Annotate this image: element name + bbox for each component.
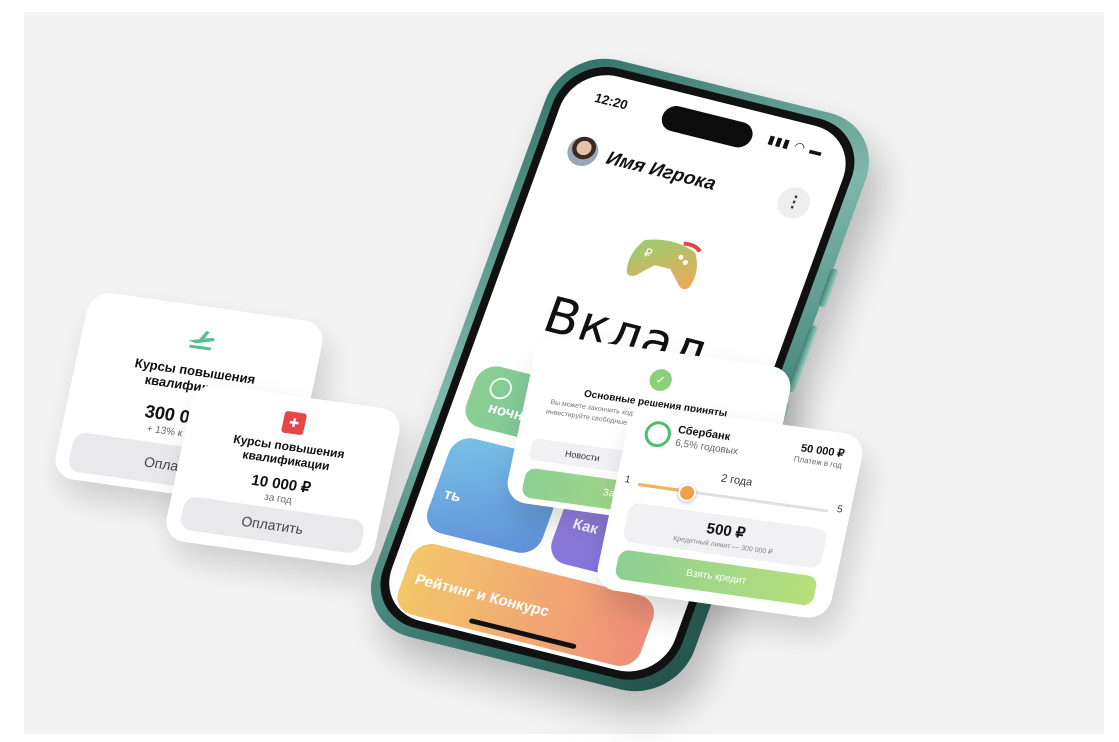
gamepad-logo-icon: ₽ [626, 239, 702, 290]
player-name: Имя Игрока [603, 147, 719, 195]
tile-rating-label: Рейтинг и Конкурс [412, 571, 552, 621]
course-card-small: ✚ Курсы повышения квалификации 10 000 ₽ … [162, 381, 404, 569]
signal-icon: ▮▮▮ [765, 132, 793, 152]
tile-game-icon [486, 375, 516, 402]
tile-invest-label: ть [441, 485, 464, 506]
slider-min: 1 [623, 474, 632, 486]
check-icon: ✓ [647, 367, 674, 393]
loan-card: Сбербанк 6,5% годовых 50 000 ₽ Платеж в … [593, 403, 867, 621]
more-menu-button[interactable]: ⋮ [772, 183, 815, 222]
plane-icon [188, 330, 215, 351]
status-icons: ▮▮▮ ◠ ▬ [766, 132, 825, 159]
slider-knob[interactable] [676, 482, 698, 503]
tile-howto-label: Как [570, 515, 601, 538]
wifi-icon: ◠ [792, 138, 809, 155]
status-time: 12:20 [592, 90, 630, 113]
first-aid-icon: ✚ [280, 410, 308, 436]
avatar[interactable] [563, 133, 603, 170]
battery-icon: ▬ [807, 142, 826, 160]
sberbank-logo-icon [642, 419, 674, 449]
dynamic-island [658, 103, 757, 151]
slider-max: 5 [835, 503, 844, 516]
